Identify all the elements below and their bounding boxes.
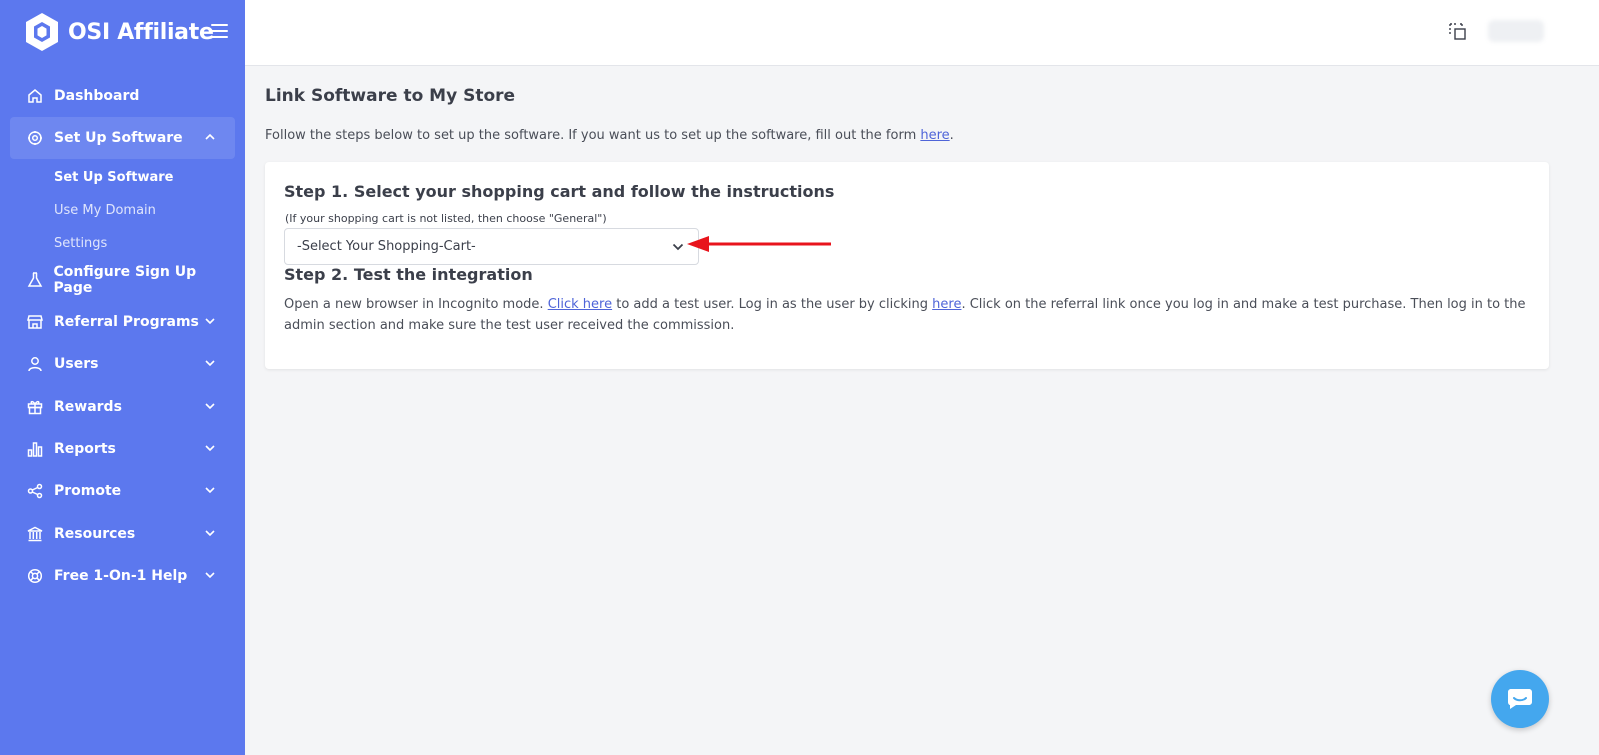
bar-chart-icon	[26, 440, 44, 458]
sidebar-item-set-up-software[interactable]: Set Up Software	[10, 117, 235, 159]
user-icon	[26, 355, 44, 373]
sidebar: OSI Affiliate Dashboard Set Up Software …	[0, 0, 245, 755]
bank-icon	[26, 525, 44, 543]
chevron-down-icon	[205, 360, 215, 367]
sidebar-item-label: Users	[54, 356, 99, 372]
sidebar-subitem-set-up-software[interactable]: Set Up Software	[54, 170, 173, 185]
store-icon	[26, 313, 44, 331]
chevron-down-icon	[672, 243, 684, 251]
sidebar-item-reports[interactable]: Reports	[10, 428, 235, 470]
chevron-down-icon	[205, 445, 215, 452]
sidebar-item-promote[interactable]: Promote	[10, 470, 235, 512]
sidebar-subitem-settings[interactable]: Settings	[54, 236, 107, 251]
step2-text-b: to add a test user. Log in as the user b…	[612, 297, 933, 312]
menu-toggle-icon[interactable]	[211, 24, 228, 40]
intro-text-end: .	[949, 128, 954, 143]
setup-card: Step 1. Select your shopping cart and fo…	[265, 162, 1549, 369]
flask-icon	[26, 271, 44, 289]
sidebar-item-label: Free 1-On-1 Help	[54, 568, 188, 584]
step2-text: Open a new browser in Incognito mode. Cl…	[284, 294, 1534, 336]
step2-text-a: Open a new browser in Incognito mode.	[284, 297, 548, 312]
intro-here-link[interactable]: here	[920, 128, 949, 143]
chevron-down-icon	[205, 403, 215, 410]
chevron-down-icon	[205, 318, 215, 325]
sidebar-item-label: Dashboard	[54, 88, 140, 104]
step1-note: (If your shopping cart is not listed, th…	[285, 212, 607, 225]
sidebar-item-configure-sign-up-page[interactable]: Configure Sign Up Page	[10, 259, 235, 301]
share-icon	[26, 482, 44, 500]
gift-icon	[26, 398, 44, 416]
brand-logo[interactable]: OSI Affiliate	[24, 12, 214, 52]
page-title: Link Software to My Store	[265, 86, 516, 106]
fullscreen-icon[interactable]	[1448, 22, 1468, 42]
hexagon-logo-icon	[26, 13, 58, 51]
sidebar-item-label: Rewards	[54, 399, 122, 415]
sidebar-item-rewards[interactable]: Rewards	[10, 386, 235, 428]
sidebar-item-referral-programs[interactable]: Referral Programs	[10, 301, 235, 343]
sidebar-item-label: Set Up Software	[54, 130, 183, 146]
red-arrow-annotation	[687, 236, 831, 252]
shopping-cart-select[interactable]: -Select Your Shopping-Cart-	[284, 228, 699, 265]
chevron-down-icon	[205, 487, 215, 494]
lifebuoy-icon	[26, 567, 44, 585]
intro-text: Follow the steps below to set up the sof…	[265, 128, 954, 143]
sidebar-subitem-use-my-domain[interactable]: Use My Domain	[54, 203, 156, 218]
top-bar	[245, 0, 1599, 66]
chat-bubble-icon	[1508, 689, 1532, 709]
step2-title: Step 2. Test the integration	[284, 265, 533, 284]
home-icon	[26, 87, 44, 105]
chevron-up-icon	[205, 133, 215, 140]
gear-icon	[26, 129, 44, 147]
chevron-down-icon	[205, 530, 215, 537]
intro-text-body: Follow the steps below to set up the sof…	[265, 128, 921, 143]
sidebar-item-dashboard[interactable]: Dashboard	[10, 75, 235, 117]
sidebar-item-label: Resources	[54, 526, 136, 542]
step1-title: Step 1. Select your shopping cart and fo…	[284, 182, 835, 201]
sidebar-item-label: Configure Sign Up Page	[53, 264, 197, 296]
chevron-down-icon	[205, 572, 215, 579]
brand-name: OSI Affiliate	[68, 19, 214, 45]
sidebar-item-label: Referral Programs	[54, 314, 199, 330]
login-as-user-link[interactable]: here	[932, 297, 961, 312]
sidebar-item-label: Reports	[54, 441, 116, 457]
user-avatar[interactable]	[1488, 20, 1544, 42]
sidebar-item-label: Promote	[54, 483, 122, 499]
sidebar-item-resources[interactable]: Resources	[10, 513, 235, 555]
chat-button[interactable]	[1491, 670, 1549, 728]
sidebar-item-users[interactable]: Users	[10, 343, 235, 385]
add-test-user-link[interactable]: Click here	[548, 297, 612, 312]
shopping-cart-select-value: -Select Your Shopping-Cart-	[297, 239, 476, 254]
sidebar-item-free-help[interactable]: Free 1-On-1 Help	[10, 555, 235, 597]
